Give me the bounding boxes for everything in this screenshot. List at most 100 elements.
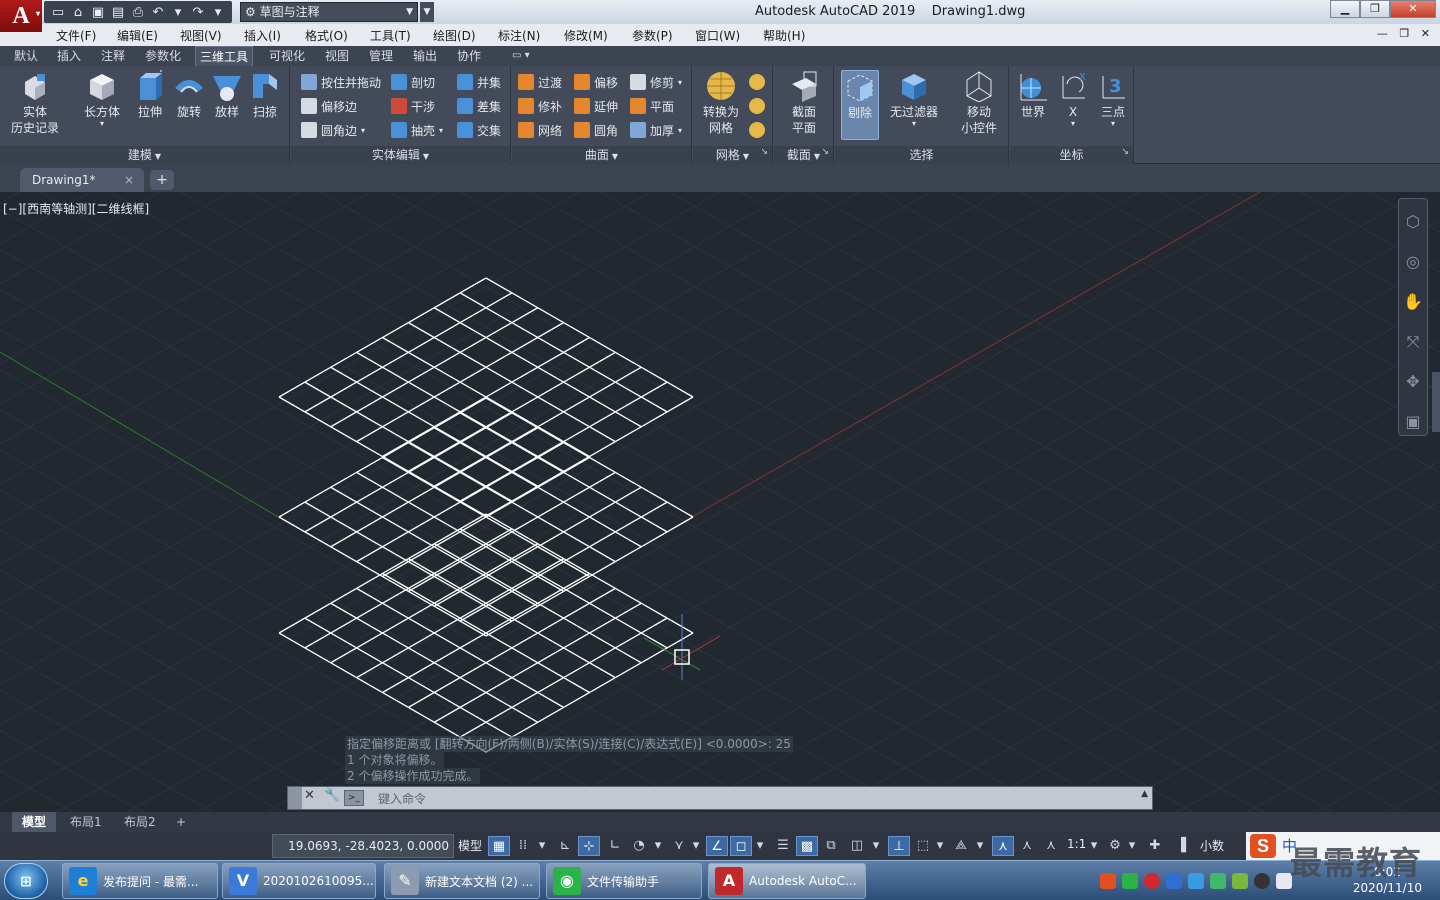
sogou-ime-icon[interactable]: S [1250, 834, 1276, 858]
shell-button[interactable]: 抽壳 ▾ [391, 120, 443, 140]
surface-mesh[interactable] [278, 277, 694, 517]
drawing-canvas[interactable] [0, 192, 1440, 812]
update-tray-icon[interactable] [1210, 873, 1226, 889]
close-icon[interactable]: × [124, 168, 134, 192]
chevron-down-icon[interactable]: ▾ [974, 836, 986, 856]
presspull-button[interactable]: 按住并拖动 [301, 72, 381, 92]
selection-filter-icon[interactable]: ⬚ [912, 836, 934, 856]
ribbon-minimize-button[interactable]: ▭ ▾ [512, 46, 530, 66]
shield-icon[interactable] [1166, 873, 1182, 889]
vertical-scrollbar[interactable] [1432, 372, 1440, 432]
lineweight-icon[interactable]: ☰ [772, 836, 794, 856]
selection-cycling-icon[interactable]: ⧉ [820, 836, 842, 856]
mesh-tool-1[interactable] [749, 72, 769, 92]
quick-properties-icon[interactable]: ▐ [1170, 836, 1192, 856]
extend-button[interactable]: 延伸 [574, 96, 618, 116]
surface-mesh[interactable] [278, 513, 694, 753]
tab-layout1[interactable]: 布局1 [60, 812, 112, 832]
object-snap-icon[interactable]: ◻ [730, 836, 752, 856]
taskbar-item-ie[interactable]: e 发布提问 - 最需... [62, 863, 218, 899]
weibo-tray-icon[interactable] [1144, 873, 1160, 889]
convert-to-mesh-button[interactable]: 转换为 网格 [697, 70, 745, 136]
union-button[interactable]: 并集 [457, 72, 501, 92]
network-button[interactable]: 网络 [518, 120, 562, 140]
showmotion-icon[interactable]: ▣ [1399, 405, 1427, 439]
print-icon[interactable]: ⎙ [128, 3, 148, 21]
loft-button[interactable]: 放样 [208, 70, 246, 120]
menu-help[interactable]: 帮助(H) [763, 27, 805, 44]
panel-title-section[interactable]: 截面 ▼ ↘ [774, 146, 833, 164]
dialog-launcher-icon[interactable]: ↘ [760, 143, 768, 161]
surface-mesh[interactable] [278, 397, 694, 637]
object-snap-tracking-icon[interactable]: ∠ [706, 836, 728, 856]
snap-mode-icon[interactable]: ⁞⁞ [512, 836, 534, 856]
ucs-world-button[interactable]: 世界 [1014, 70, 1052, 120]
menu-window[interactable]: 窗口(W) [695, 27, 740, 44]
taskbar-item-wechat[interactable]: ◉ 文件传输助手 [546, 863, 702, 899]
menu-modify[interactable]: 修改(M) [564, 27, 608, 44]
cull-button[interactable]: 剔除 [841, 70, 879, 140]
menu-format[interactable]: 格式(O) [305, 27, 348, 44]
gear-icon[interactable]: ⚙ [1104, 836, 1126, 856]
slice-button[interactable]: 剖切 [391, 72, 435, 92]
network-tray-icon[interactable] [1188, 873, 1204, 889]
menu-insert[interactable]: 插入(I) [244, 27, 281, 44]
annotation-scale-value[interactable]: 1:1 [1067, 837, 1086, 851]
chevron-down-icon[interactable]: ▾ [754, 836, 766, 856]
chevron-down-icon[interactable]: ▾ [652, 836, 664, 856]
chevron-down-icon[interactable]: ▾ [1126, 836, 1138, 856]
box-button[interactable]: 长方体 ▾ [80, 70, 124, 128]
gizmo-button[interactable]: 移动 小控件 [953, 70, 1005, 136]
undo-dropdown-icon[interactable]: ▾ [168, 3, 188, 21]
view-cube-icon[interactable]: ⬡ [1399, 205, 1427, 239]
taskbar-item-autocad[interactable]: A Autodesk AutoC... [708, 863, 866, 899]
fillet-edge-button[interactable]: 圆角边 ▾ [301, 120, 365, 140]
chevron-down-icon[interactable]: ▾ [870, 836, 882, 856]
tab-manage[interactable]: 管理 [365, 46, 397, 66]
maximize-button[interactable]: ❐ [1360, 0, 1390, 18]
grid-display-icon[interactable]: ▦ [488, 836, 510, 856]
section-plane-button[interactable]: 截面 平面 [780, 70, 828, 136]
chevron-down-icon[interactable]: ▾ [1088, 836, 1100, 856]
drag-handle[interactable] [288, 787, 302, 809]
dialog-launcher-icon[interactable]: ↘ [821, 143, 829, 161]
redo-icon[interactable]: ↷ [188, 3, 208, 21]
open-folder-icon[interactable]: ⌂ [68, 3, 88, 21]
viewport-controls-label[interactable]: [−][西南等轴测][二维线框] [3, 200, 149, 217]
pan-hand-icon[interactable]: ✋ [1399, 285, 1427, 319]
wireframe-surfaces[interactable] [278, 277, 694, 753]
menu-dimension[interactable]: 标注(N) [498, 27, 540, 44]
tab-view[interactable]: 视图 [321, 46, 353, 66]
polar-tracking-icon[interactable]: ◔ [628, 836, 650, 856]
steering-wheel-icon[interactable]: ◎ [1399, 245, 1427, 279]
menu-view[interactable]: 视图(V) [180, 27, 222, 44]
dynamic-input-icon[interactable]: ⊹ [578, 836, 600, 856]
nvidia-tray-icon[interactable] [1232, 873, 1248, 889]
mesh-tool-2[interactable] [749, 96, 769, 116]
tab-visualize[interactable]: 可视化 [265, 46, 309, 66]
taskbar-item-notepad[interactable]: ✎ 新建文本文档 (2) ... [384, 863, 540, 899]
tab-default[interactable]: 默认 [10, 46, 42, 66]
ucs-3point-button[interactable]: 3 三点 ▾ [1094, 70, 1132, 128]
transparency-icon[interactable]: ▩ [796, 836, 818, 856]
chevron-down-icon[interactable]: ▾ [934, 836, 946, 856]
tab-parametric[interactable]: 参数化 [141, 46, 185, 66]
menu-file[interactable]: 文件(F) [56, 27, 96, 44]
dialog-launcher-icon[interactable]: ↘ [1121, 143, 1129, 161]
tab-insert[interactable]: 插入 [53, 46, 85, 66]
gizmo-icon[interactable]: ⟁ [950, 836, 972, 856]
coordinate-readout[interactable]: 19.0693, -28.4023, 0.0000 [272, 834, 454, 858]
save-icon[interactable]: ▣ [88, 3, 108, 21]
extrude-button[interactable]: 拉伸 [130, 70, 170, 120]
annotation-visibility-icon[interactable]: ⋏ [992, 836, 1014, 856]
no-filter-button[interactable]: 无过滤器 ▾ [885, 70, 943, 128]
panel-title-surface[interactable]: 曲面 ▼ [512, 146, 691, 164]
new-tab-button[interactable]: + [150, 170, 174, 190]
close-icon[interactable]: ✕ [304, 788, 315, 803]
qq-tray-icon[interactable] [1254, 873, 1270, 889]
menu-draw[interactable]: 绘图(D) [433, 27, 476, 44]
tab-layout2[interactable]: 布局2 [114, 812, 166, 832]
tab-3d-tools[interactable]: 三维工具 [195, 46, 254, 66]
new-file-icon[interactable]: ▭ [48, 3, 68, 21]
units-value[interactable]: 小数 [1200, 837, 1224, 854]
